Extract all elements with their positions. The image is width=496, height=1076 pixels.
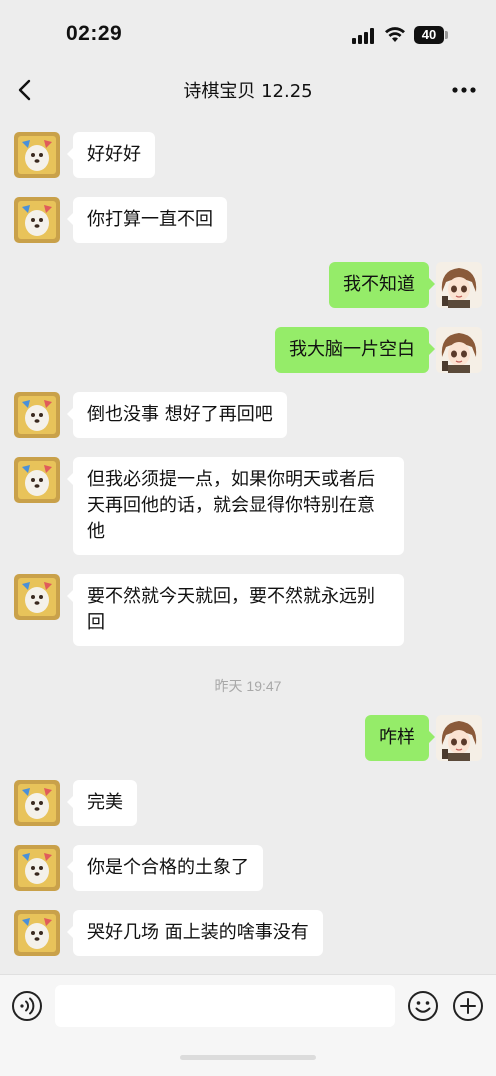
contact-avatar[interactable] xyxy=(14,132,60,178)
status-bar: 02:29 40 xyxy=(0,0,496,70)
message-bubble[interactable]: 你打算一直不回 xyxy=(67,197,227,243)
plus-icon[interactable] xyxy=(452,990,484,1022)
nav-bar: 诗棋宝贝 12.25 xyxy=(0,70,496,110)
message-bubble[interactable]: 我不知道 xyxy=(329,262,435,308)
home-indicator xyxy=(180,1055,316,1060)
status-time: 02:29 xyxy=(66,22,123,45)
message-bubble[interactable]: 要不然就今天就回，要不然就永远别回 xyxy=(67,574,404,646)
message-bubble[interactable]: 好好好 xyxy=(67,132,155,178)
message-bubble[interactable]: 哭好几场 面上装的啥事没有 xyxy=(67,910,323,956)
contact-avatar[interactable] xyxy=(14,845,60,891)
voice-icon[interactable] xyxy=(11,990,43,1022)
message-bubble[interactable]: 咋样 xyxy=(365,715,435,761)
my-avatar[interactable] xyxy=(436,715,482,761)
battery-indicator: 40 xyxy=(414,26,444,44)
message-bubble[interactable]: 完美 xyxy=(67,780,137,826)
message-input[interactable] xyxy=(55,985,395,1027)
more-icon[interactable] xyxy=(450,78,478,102)
contact-avatar[interactable] xyxy=(14,910,60,956)
message-timestamp: 昨天 19:47 xyxy=(214,678,282,694)
contact-avatar[interactable] xyxy=(14,197,60,243)
chat-title: 诗棋宝贝 12.25 xyxy=(183,81,313,102)
message-bubble[interactable]: 我大脑一片空白 xyxy=(275,327,435,373)
contact-avatar[interactable] xyxy=(14,457,60,503)
contact-avatar[interactable] xyxy=(14,780,60,826)
my-avatar[interactable] xyxy=(436,327,482,373)
emoji-icon[interactable] xyxy=(407,990,439,1022)
cellular-signal-icon xyxy=(352,28,376,44)
message-bubble[interactable]: 但我必须提一点，如果你明天或者后天再回他的话，就会显得你特别在意他 xyxy=(67,457,404,555)
message-bubble[interactable]: 倒也没事 想好了再回吧 xyxy=(67,392,287,438)
message-bubble[interactable]: 你是个合格的土象了 xyxy=(67,845,263,891)
my-avatar[interactable] xyxy=(436,262,482,308)
contact-avatar[interactable] xyxy=(14,392,60,438)
input-bar xyxy=(0,974,496,1076)
contact-avatar[interactable] xyxy=(14,574,60,620)
battery-nub xyxy=(445,31,448,39)
wifi-icon xyxy=(385,27,405,42)
